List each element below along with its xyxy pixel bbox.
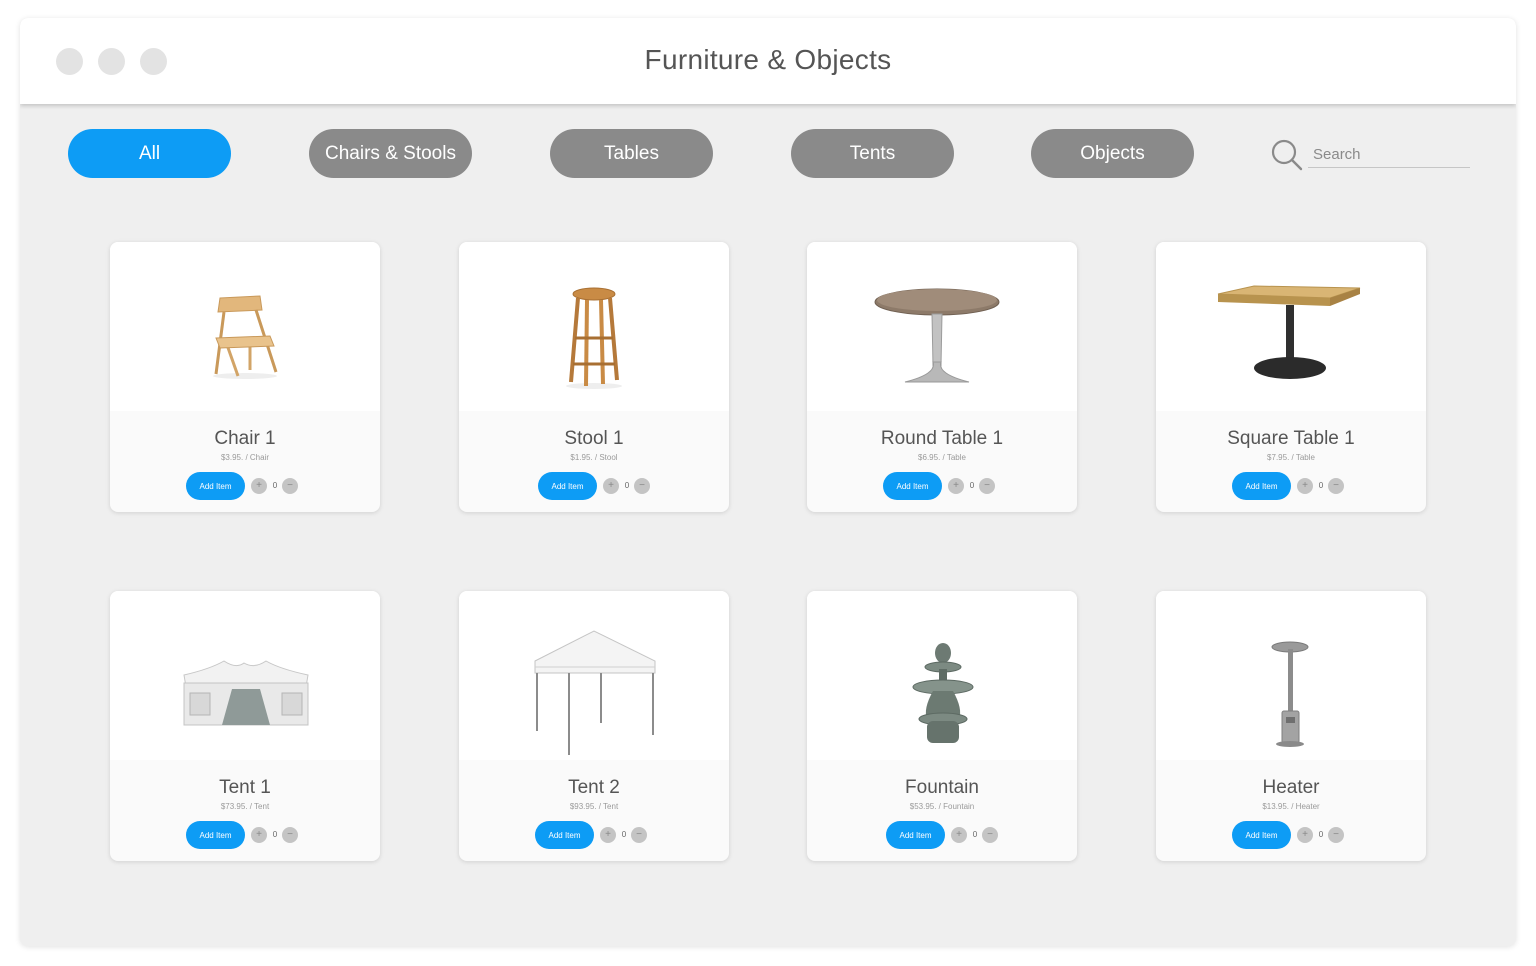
product-image [459, 242, 729, 411]
product-price: $1.95. / Stool [570, 453, 618, 462]
increment-button[interactable]: + [948, 478, 964, 494]
product-name: Round Table 1 [880, 428, 1004, 449]
decrement-button[interactable]: − [982, 827, 998, 843]
product-price: $73.95. / Tent [220, 802, 270, 811]
add-item-button[interactable]: Add Item [535, 821, 594, 849]
title-bar: Furniture & Objects [20, 18, 1516, 104]
product-card-heater: Heater $13.95. / Heater Add Item + 0 − [1156, 591, 1426, 861]
decrement-button[interactable]: − [1328, 478, 1344, 494]
folding-chair-icon [213, 295, 278, 379]
product-image [110, 242, 380, 411]
add-item-button[interactable]: Add Item [186, 472, 245, 500]
add-item-button[interactable]: Add Item [883, 472, 942, 500]
product-price: $7.95. / Table [1267, 453, 1315, 462]
increment-button[interactable]: + [1297, 827, 1313, 843]
increment-button[interactable]: + [1297, 478, 1313, 494]
product-card-chair-1: Chair 1 $3.95. / Chair Add Item + 0 − [110, 242, 380, 512]
product-name: Stool 1 [564, 428, 624, 449]
square-table-icon [1217, 285, 1361, 379]
product-name: Square Table 1 [1227, 428, 1355, 449]
add-item-button[interactable]: Add Item [186, 821, 245, 849]
increment-button[interactable]: + [251, 478, 267, 494]
decrement-button[interactable]: − [634, 478, 650, 494]
product-price: $3.95. / Chair [220, 453, 270, 462]
product-card-stool-1: Stool 1 $1.95. / Stool Add Item + 0 − [459, 242, 729, 512]
product-card-square-table-1: Square Table 1 $7.95. / Table Add Item +… [1156, 242, 1426, 512]
product-price: $6.95. / Table [918, 453, 966, 462]
product-card-fountain: Fountain $53.95. / Fountain Add Item + 0… [807, 591, 1077, 861]
decrement-button[interactable]: − [631, 827, 647, 843]
fountain-icon [912, 643, 974, 743]
quantity-value: 0 [1318, 830, 1324, 839]
party-tent-icon [183, 660, 309, 726]
round-table-icon [874, 288, 1000, 383]
filter-chairs-stools[interactable]: Chairs & Stools [309, 129, 472, 178]
product-image [110, 591, 380, 760]
add-item-button[interactable]: Add Item [1232, 472, 1291, 500]
decrement-button[interactable]: − [979, 478, 995, 494]
increment-button[interactable]: + [251, 827, 267, 843]
increment-button[interactable]: + [951, 827, 967, 843]
product-name: Fountain [905, 777, 979, 798]
quantity-value: 0 [272, 830, 278, 839]
product-image [807, 242, 1077, 411]
filter-tables[interactable]: Tables [550, 129, 713, 178]
product-image [459, 591, 729, 760]
product-name: Chair 1 [214, 428, 276, 449]
product-price: $13.95. / Heater [1262, 802, 1320, 811]
product-image [1156, 242, 1426, 411]
decrement-button[interactable]: − [282, 827, 298, 843]
product-name: Tent 2 [568, 777, 620, 798]
increment-button[interactable]: + [600, 827, 616, 843]
quantity-value: 0 [969, 481, 975, 490]
decrement-button[interactable]: − [1328, 827, 1344, 843]
patio-heater-icon [1271, 641, 1309, 747]
search-input[interactable] [1308, 142, 1470, 168]
product-price: $53.95. / Fountain [909, 802, 975, 811]
quantity-value: 0 [272, 481, 278, 490]
app-window: Furniture & Objects All Chairs & Stools … [20, 18, 1516, 946]
product-card-tent-1: Tent 1 $73.95. / Tent Add Item + 0 − [110, 591, 380, 861]
increment-button[interactable]: + [603, 478, 619, 494]
add-item-button[interactable]: Add Item [1232, 821, 1291, 849]
product-card-round-table-1: Round Table 1 $6.95. / Table Add Item + … [807, 242, 1077, 512]
filter-objects[interactable]: Objects [1031, 129, 1194, 178]
product-name: Heater [1262, 777, 1320, 798]
filter-tents[interactable]: Tents [791, 129, 954, 178]
add-item-button[interactable]: Add Item [538, 472, 597, 500]
page-title: Furniture & Objects [644, 44, 892, 75]
decrement-button[interactable]: − [282, 478, 298, 494]
bar-stool-icon [566, 287, 622, 389]
product-card-tent-2: Tent 2 $93.95. / Tent Add Item + 0 − [459, 591, 729, 861]
add-item-button[interactable]: Add Item [886, 821, 945, 849]
quantity-value: 0 [972, 830, 978, 839]
filter-all[interactable]: All [68, 129, 231, 178]
quantity-value: 0 [1318, 481, 1324, 490]
quantity-value: 0 [624, 481, 630, 490]
quantity-value: 0 [621, 830, 627, 839]
product-name: Tent 1 [219, 777, 271, 798]
canopy-tent-icon [534, 630, 656, 755]
product-image [1156, 591, 1426, 760]
search-icon[interactable] [1270, 138, 1304, 172]
product-image [807, 591, 1077, 760]
product-price: $93.95. / Tent [569, 802, 619, 811]
